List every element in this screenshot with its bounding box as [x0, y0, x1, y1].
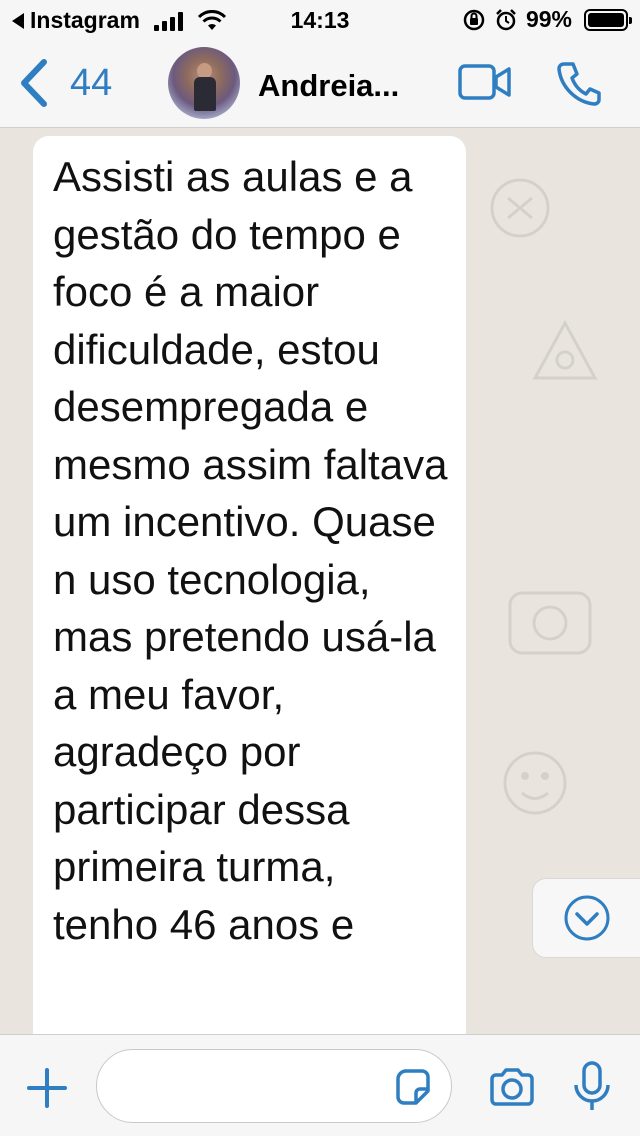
- battery-fill: [588, 12, 624, 27]
- wallpaper-doodle-icon: [508, 591, 592, 655]
- message-bubble[interactable]: Assisti as aulas e a gestão do tempo e f…: [33, 136, 466, 1034]
- status-bar: Instagram 14:13 99%: [0, 0, 640, 40]
- alarm-icon: [496, 8, 516, 30]
- wallpaper-doodle-icon: [490, 178, 550, 238]
- chevron-left-icon: [21, 59, 47, 107]
- sticker-icon[interactable]: [392, 1067, 432, 1107]
- status-right: 99%: [462, 6, 632, 33]
- wallpaper-doodle-icon: [532, 319, 598, 380]
- chat-header: 44 Andreia...: [0, 40, 640, 128]
- back-button[interactable]: 44: [18, 58, 112, 108]
- phone-icon[interactable]: [556, 60, 602, 106]
- unread-count: 44: [70, 61, 113, 104]
- microphone-icon[interactable]: [572, 1061, 612, 1113]
- scroll-to-bottom-button[interactable]: [532, 878, 640, 958]
- chevron-down-circle-icon: [564, 895, 610, 941]
- avatar-body: [194, 77, 216, 111]
- battery-percent: 99%: [525, 6, 572, 32]
- orientation-lock-icon: [463, 9, 485, 30]
- video-camera-icon[interactable]: [458, 64, 512, 100]
- camera-icon[interactable]: [488, 1067, 536, 1107]
- contact-avatar[interactable]: [168, 47, 240, 119]
- wallpaper-doodle-icon: [503, 751, 567, 815]
- contact-name[interactable]: Andreia...: [258, 68, 399, 104]
- chat-area[interactable]: Assisti as aulas e a gestão do tempo e f…: [0, 128, 640, 1034]
- message-text: Assisti as aulas e a gestão do tempo e f…: [53, 153, 448, 948]
- plus-icon[interactable]: [26, 1067, 68, 1109]
- battery-icon: [584, 8, 632, 31]
- composer-bar: [0, 1034, 640, 1136]
